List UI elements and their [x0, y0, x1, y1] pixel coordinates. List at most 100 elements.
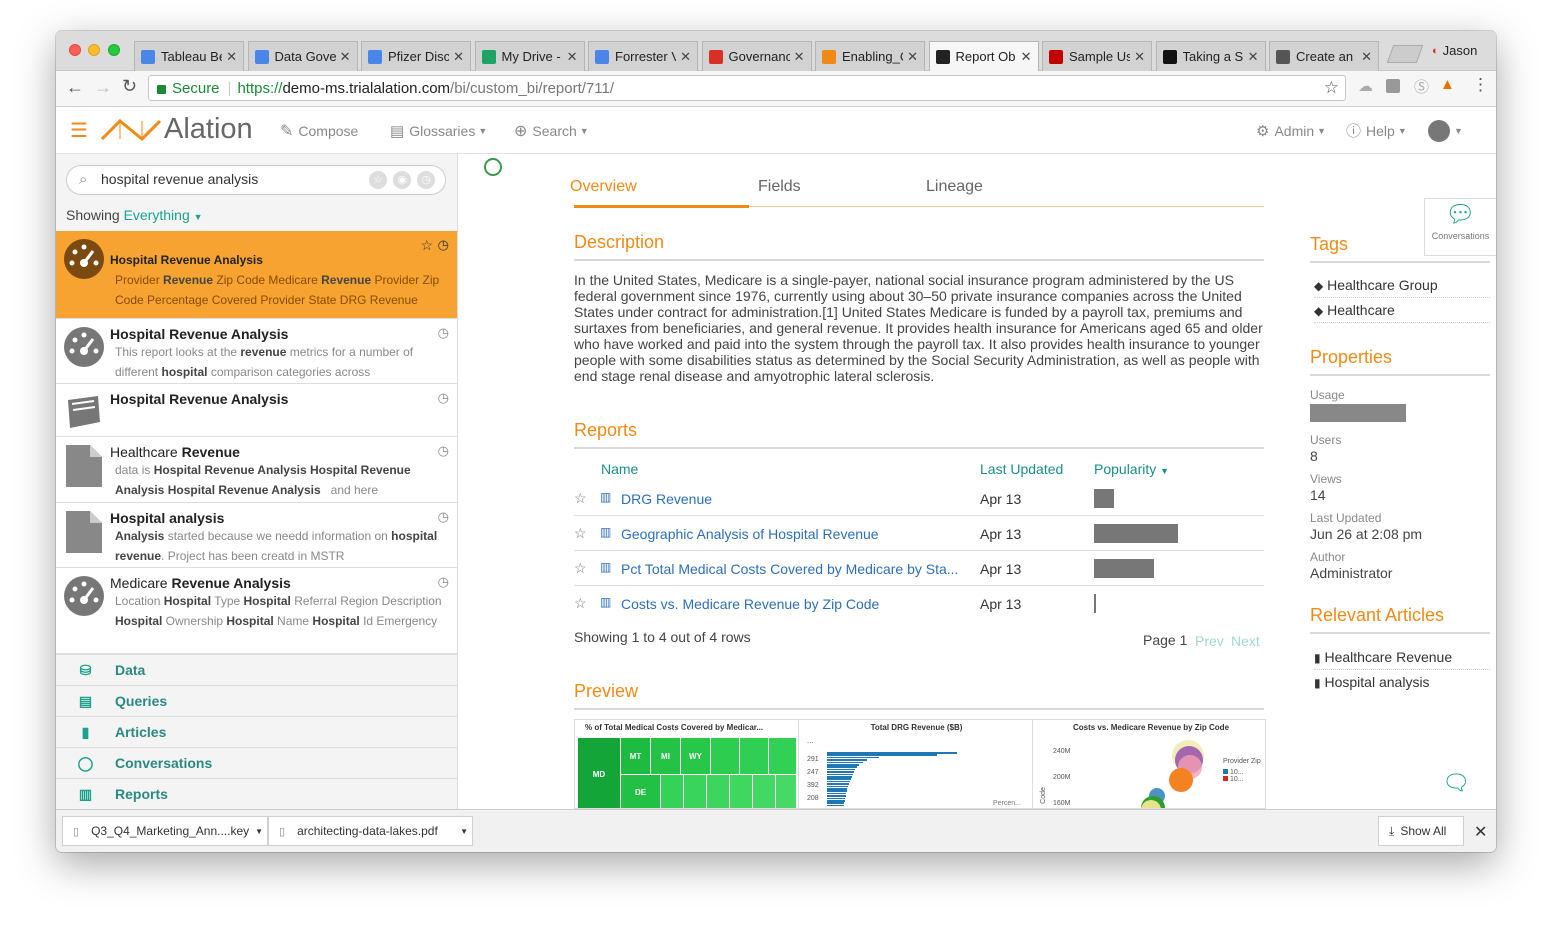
close-tab-icon[interactable]: ✕ — [453, 49, 464, 65]
search-result[interactable]: Hospital Revenue Analysis ◷ — [56, 384, 457, 437]
extension-drive-icon[interactable]: ▲ — [1440, 76, 1455, 93]
category-data[interactable]: ⛁ Data — [56, 654, 457, 685]
search-result[interactable]: Hospital Revenue Analysis Provider Revenu… — [56, 231, 457, 319]
category-reports[interactable]: ▥ Reports — [56, 778, 457, 809]
col-name-header[interactable]: Name — [601, 461, 638, 477]
search-input[interactable] — [101, 171, 361, 187]
filter-clock-icon[interactable]: ◷ — [417, 171, 435, 189]
filter-eye-icon[interactable]: ◉ — [393, 171, 411, 189]
result-title[interactable]: Healthcare Revenue — [110, 444, 240, 460]
favorite-star-icon[interactable]: ☆ — [574, 490, 587, 507]
show-all-downloads-button[interactable]: ⤓ Show All — [1378, 816, 1464, 846]
search-result[interactable]: Medicare Revenue Analysis Location Hospit… — [56, 568, 457, 654]
tab-2[interactable]: Pfizer Disc ✕ — [361, 41, 471, 71]
tab-1[interactable]: Data Gove ✕ — [247, 41, 358, 71]
star-icon[interactable]: ☆ — [420, 237, 433, 254]
extension-cloud-icon[interactable]: ☁ — [1358, 77, 1373, 95]
tab-9[interactable]: Taking a S ✕ — [1155, 41, 1266, 71]
nav-search[interactable]: ⊕ Search ▼ — [514, 107, 589, 154]
close-tab-icon[interactable]: ✕ — [1134, 49, 1145, 65]
search-box[interactable]: ⌕ ☆ ◉ ◷ — [66, 165, 446, 195]
close-downloads-icon[interactable]: ✕ — [1474, 822, 1487, 842]
download-item[interactable]: ▯ Q3_Q4_Marketing_Ann....key ▼ — [62, 816, 268, 846]
tab-10[interactable]: Create an ✕ — [1269, 41, 1379, 71]
report-name-link[interactable]: Geographic Analysis of Hospital Revenue — [621, 526, 879, 542]
hamburger-menu-icon[interactable]: ☰ — [70, 118, 88, 143]
favorite-star-icon[interactable]: ☆ — [574, 525, 587, 542]
close-tab-icon[interactable]: ✕ — [226, 49, 237, 65]
chat-bubbles-icon[interactable]: 🗨︎ — [1442, 770, 1470, 796]
alation-logo-icon[interactable] — [100, 117, 162, 143]
address-bar[interactable]: Secure | https:// demo-ms.trialalation.c… — [148, 75, 1346, 101]
tab-7[interactable]: Report Ob ✕ — [928, 41, 1039, 71]
close-tab-icon[interactable]: ✕ — [907, 49, 918, 65]
bookmark-star-icon[interactable]: ☆ — [1324, 78, 1339, 98]
result-title[interactable]: Hospital Revenue Analysis — [110, 326, 288, 342]
result-title[interactable]: Hospital Revenue Analysis — [110, 391, 288, 407]
nav-help[interactable]: ⓘ Help ▼ — [1346, 107, 1407, 154]
favorite-star-icon[interactable]: ☆ — [574, 595, 587, 612]
back-icon[interactable]: ← — [66, 77, 84, 98]
extension-skype-icon[interactable]: Ⓢ — [1414, 76, 1429, 97]
tab-overview[interactable]: Overview — [570, 178, 637, 196]
category-queries[interactable]: ▤ Queries — [56, 685, 457, 716]
reload-icon[interactable]: ↻ — [122, 76, 137, 97]
prev-page-link[interactable]: Prev — [1195, 633, 1224, 649]
preview-panel[interactable]: % of Total Medical Costs Covered by Medi… — [574, 719, 1266, 809]
search-result[interactable]: Hospital Revenue Analysis This report loo… — [56, 319, 457, 384]
tag-item[interactable]: ◆ Healthcare Group — [1314, 277, 1490, 298]
tab-3[interactable]: My Drive - ✕ — [474, 41, 585, 71]
category-conversations[interactable]: ◯ Conversations — [56, 747, 457, 778]
close-window-button[interactable] — [69, 44, 81, 56]
tag-item[interactable]: ◆ Healthcare — [1314, 302, 1490, 323]
menu-kebab-icon[interactable]: ⋮ — [1472, 75, 1489, 95]
caret-down-icon[interactable]: ▼ — [460, 827, 468, 836]
tab-6[interactable]: Enabling_C ✕ — [815, 41, 925, 71]
result-title[interactable]: Medicare Revenue Analysis — [110, 575, 291, 591]
article-link[interactable]: ▮ Hospital analysis — [1314, 674, 1490, 694]
close-tab-icon[interactable]: ✕ — [567, 49, 578, 65]
close-tab-icon[interactable]: ✕ — [1361, 49, 1372, 65]
result-title[interactable]: Hospital analysis — [110, 510, 224, 526]
showing-filter[interactable]: Showing Everything ▼ — [66, 207, 203, 223]
col-updated-header[interactable]: Last Updated — [980, 461, 1063, 477]
maximize-window-button[interactable] — [108, 44, 120, 56]
col-popularity-header[interactable]: Popularity ▼ — [1094, 461, 1169, 477]
report-name-link[interactable]: Costs vs. Medicare Revenue by Zip Code — [621, 596, 879, 612]
author-value[interactable]: Administrator — [1310, 565, 1392, 581]
report-name-link[interactable]: DRG Revenue — [621, 491, 712, 507]
new-tab-button[interactable] — [1386, 45, 1424, 63]
minimize-window-button[interactable] — [88, 44, 100, 56]
search-result[interactable]: Hospital analysis Analysis started becaus… — [56, 503, 457, 568]
tab-lineage[interactable]: Lineage — [926, 178, 983, 196]
category-articles[interactable]: ▮ Articles — [56, 716, 457, 747]
tab-8[interactable]: Sample Us ✕ — [1042, 41, 1152, 71]
favorite-star-icon[interactable]: ☆ — [574, 560, 587, 577]
report-name-link[interactable]: Pct Total Medical Costs Covered by Medic… — [621, 561, 958, 577]
close-tab-icon[interactable]: ✕ — [1248, 49, 1259, 65]
close-tab-icon[interactable]: ✕ — [680, 49, 691, 65]
search-result[interactable]: Healthcare Revenue data is Hospital Reven… — [56, 437, 457, 503]
close-tab-icon[interactable]: ✕ — [1021, 49, 1032, 65]
showing-value[interactable]: Everything — [124, 207, 190, 223]
tab-5[interactable]: Governanc ✕ — [701, 41, 812, 71]
next-page-link[interactable]: Next — [1231, 633, 1260, 649]
profile-button[interactable]: ◐ Jason — [1432, 43, 1477, 58]
nav-glossaries[interactable]: ▤ Glossaries ▼ — [390, 107, 487, 154]
nav-admin[interactable]: ⚙ Admin ▼ — [1256, 107, 1326, 154]
extension-box-icon[interactable] — [1386, 79, 1400, 93]
app-logo-text[interactable]: Alation — [164, 113, 253, 146]
tab-fields[interactable]: Fields — [758, 178, 801, 196]
tab-4[interactable]: Forrester V ✕ — [588, 41, 698, 71]
result-title[interactable]: Hospital Revenue Analysis — [110, 253, 263, 267]
forward-icon[interactable]: → — [94, 77, 112, 98]
tab-0[interactable]: Tableau Be ✕ — [134, 41, 244, 71]
close-tab-icon[interactable]: ✕ — [794, 49, 805, 65]
conversations-button[interactable]: 💬︎ Conversations — [1424, 198, 1496, 256]
caret-down-icon[interactable]: ▼ — [255, 827, 263, 836]
filter-star-icon[interactable]: ☆ — [369, 171, 387, 189]
article-link[interactable]: ▮ Healthcare Revenue — [1314, 649, 1490, 670]
download-item[interactable]: ▯ architecting-data-lakes.pdf ▼ — [268, 816, 473, 846]
close-tab-icon[interactable]: ✕ — [340, 49, 351, 65]
user-avatar-menu[interactable]: ▼ — [1428, 107, 1463, 154]
